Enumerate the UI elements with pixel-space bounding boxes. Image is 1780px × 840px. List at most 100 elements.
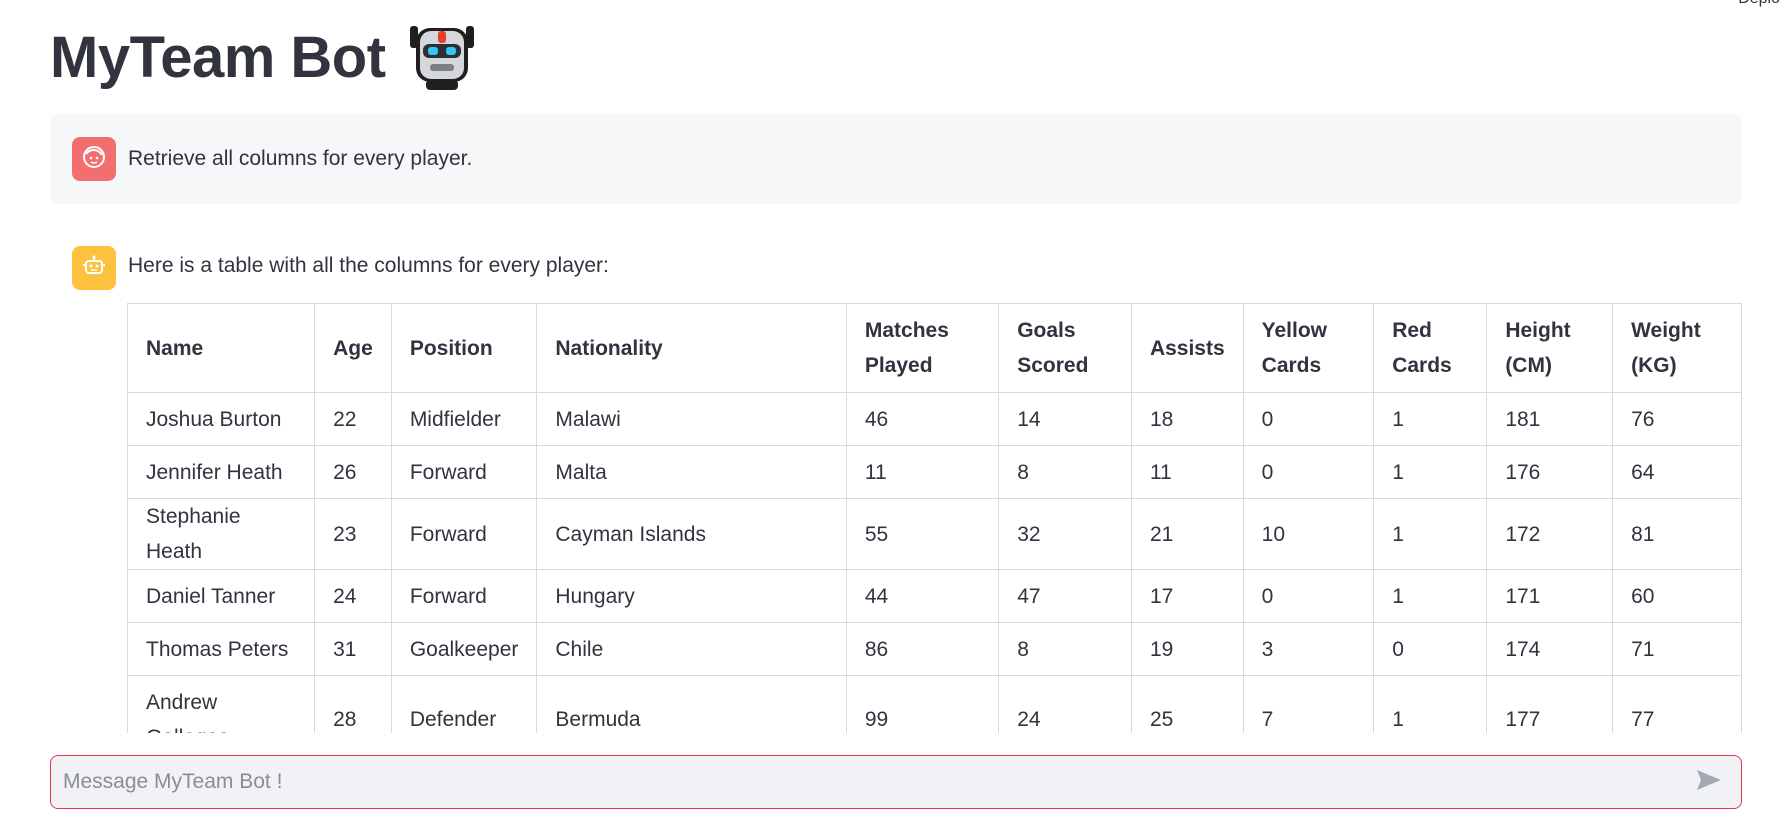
table-cell: 174 (1486, 622, 1614, 676)
table-cell: 8 (998, 622, 1132, 676)
table-cell: 18 (1130, 392, 1244, 446)
bot-message: Here is a table with all the columns for… (50, 246, 1742, 290)
players-table: Name Age Position Nationality Matches Pl… (127, 303, 1742, 733)
table-cell: Forward (390, 445, 538, 499)
table-cell: 3 (1242, 622, 1375, 676)
table-cell: 46 (845, 392, 1000, 446)
column-header[interactable]: Red Cards (1373, 303, 1488, 393)
user-face-icon (81, 144, 107, 175)
table-header-row: Name Age Position Nationality Matches Pl… (127, 303, 1742, 393)
user-message: Retrieve all columns for every player. (50, 114, 1742, 204)
table-cell: Forward (390, 569, 538, 623)
robot-emoji-icon (406, 22, 478, 94)
table-cell: 21 (1130, 498, 1244, 570)
players-table-container[interactable]: Name Age Position Nationality Matches Pl… (127, 303, 1742, 733)
table-cell: 76 (1612, 392, 1742, 446)
table-cell: 171 (1486, 569, 1614, 623)
column-header[interactable]: Nationality (536, 303, 847, 393)
table-cell: 86 (845, 622, 1000, 676)
column-header[interactable]: Name (127, 303, 316, 393)
table-cell: 28 (314, 675, 392, 733)
column-header[interactable]: Yellow Cards (1242, 303, 1375, 393)
app-page: Deplo MyTeam Bot (0, 0, 1780, 840)
table-cell: Cayman Islands (536, 498, 847, 570)
column-header[interactable]: Matches Played (845, 303, 1000, 393)
column-header[interactable]: Position (390, 303, 538, 393)
table-cell: 8 (998, 445, 1132, 499)
table-cell: Chile (536, 622, 847, 676)
table-cell: 1 (1373, 675, 1488, 733)
chat-input-box (50, 755, 1742, 809)
column-header[interactable]: Weight (KG) (1612, 303, 1742, 393)
deploy-button[interactable]: Deplo (1738, 0, 1780, 8)
table-cell: Thomas Peters (127, 622, 316, 676)
table-cell: 26 (314, 445, 392, 499)
table-cell: 7 (1242, 675, 1375, 733)
table-cell: 172 (1486, 498, 1614, 570)
bot-message-text: Here is a table with all the columns for… (128, 254, 609, 277)
column-header[interactable]: Goals Scored (998, 303, 1132, 393)
table-cell: 55 (845, 498, 1000, 570)
table-row: Thomas Peters 31 Goalkeeper Chile 86 8 1… (127, 622, 1742, 676)
table-cell: Defender (390, 675, 538, 733)
bot-icon (81, 253, 107, 284)
send-icon (1695, 768, 1723, 797)
table-cell: 181 (1486, 392, 1614, 446)
table-cell: 64 (1612, 445, 1742, 499)
table-cell: 1 (1373, 392, 1488, 446)
table-row: Andrew Gallegos 28 Defender Bermuda 99 2… (127, 675, 1742, 733)
table-cell: 11 (845, 445, 1000, 499)
table-cell: 60 (1612, 569, 1742, 623)
table-cell: 14 (998, 392, 1132, 446)
send-button[interactable] (1689, 762, 1729, 802)
table-row: Jennifer Heath 26 Forward Malta 11 8 11 … (127, 445, 1742, 499)
table-row: Joshua Burton 22 Midfielder Malawi 46 14… (127, 392, 1742, 446)
page-title: MyTeam Bot (50, 22, 478, 94)
table-cell: 23 (314, 498, 392, 570)
table-cell: Joshua Burton (127, 392, 316, 446)
table-cell: 22 (314, 392, 392, 446)
column-header[interactable]: Age (314, 303, 392, 393)
column-header[interactable]: Height (CM) (1486, 303, 1614, 393)
table-cell: Malawi (536, 392, 847, 446)
table-cell: 1 (1373, 569, 1488, 623)
table-cell: 1 (1373, 445, 1488, 499)
table-cell: 1 (1373, 498, 1488, 570)
table-cell: 44 (845, 569, 1000, 623)
user-message-text: Retrieve all columns for every player. (128, 147, 473, 170)
table-cell: Daniel Tanner (127, 569, 316, 623)
user-avatar (72, 137, 116, 181)
bot-avatar (72, 246, 116, 290)
table-cell: 25 (1130, 675, 1244, 733)
table-cell: 17 (1130, 569, 1244, 623)
table-cell: 0 (1242, 569, 1375, 623)
column-header[interactable]: Assists (1130, 303, 1244, 393)
table-cell: 10 (1242, 498, 1375, 570)
table-cell: 176 (1486, 445, 1614, 499)
table-cell: Jennifer Heath (127, 445, 316, 499)
table-cell: 77 (1612, 675, 1742, 733)
table-cell: Malta (536, 445, 847, 499)
table-cell: 81 (1612, 498, 1742, 570)
table-cell: Andrew Gallegos (127, 675, 316, 733)
table-cell: Hungary (536, 569, 847, 623)
table-cell: 47 (998, 569, 1132, 623)
table-cell: 11 (1130, 445, 1244, 499)
table-row: Stephanie Heath 23 Forward Cayman Island… (127, 498, 1742, 570)
table-cell: 99 (845, 675, 1000, 733)
table-cell: 24 (998, 675, 1132, 733)
table-cell: 0 (1373, 622, 1488, 676)
table-cell: Midfielder (390, 392, 538, 446)
table-cell: Bermuda (536, 675, 847, 733)
table-row: Daniel Tanner 24 Forward Hungary 44 47 1… (127, 569, 1742, 623)
table-cell: 24 (314, 569, 392, 623)
table-cell: 32 (998, 498, 1132, 570)
table-cell: 0 (1242, 445, 1375, 499)
page-title-text: MyTeam Bot (50, 25, 386, 90)
table-cell: Stephanie Heath (127, 498, 316, 570)
table-cell: Forward (390, 498, 538, 570)
message-input[interactable] (51, 755, 1689, 809)
table-cell: 0 (1242, 392, 1375, 446)
table-cell: Goalkeeper (390, 622, 538, 676)
table-cell: 19 (1130, 622, 1244, 676)
